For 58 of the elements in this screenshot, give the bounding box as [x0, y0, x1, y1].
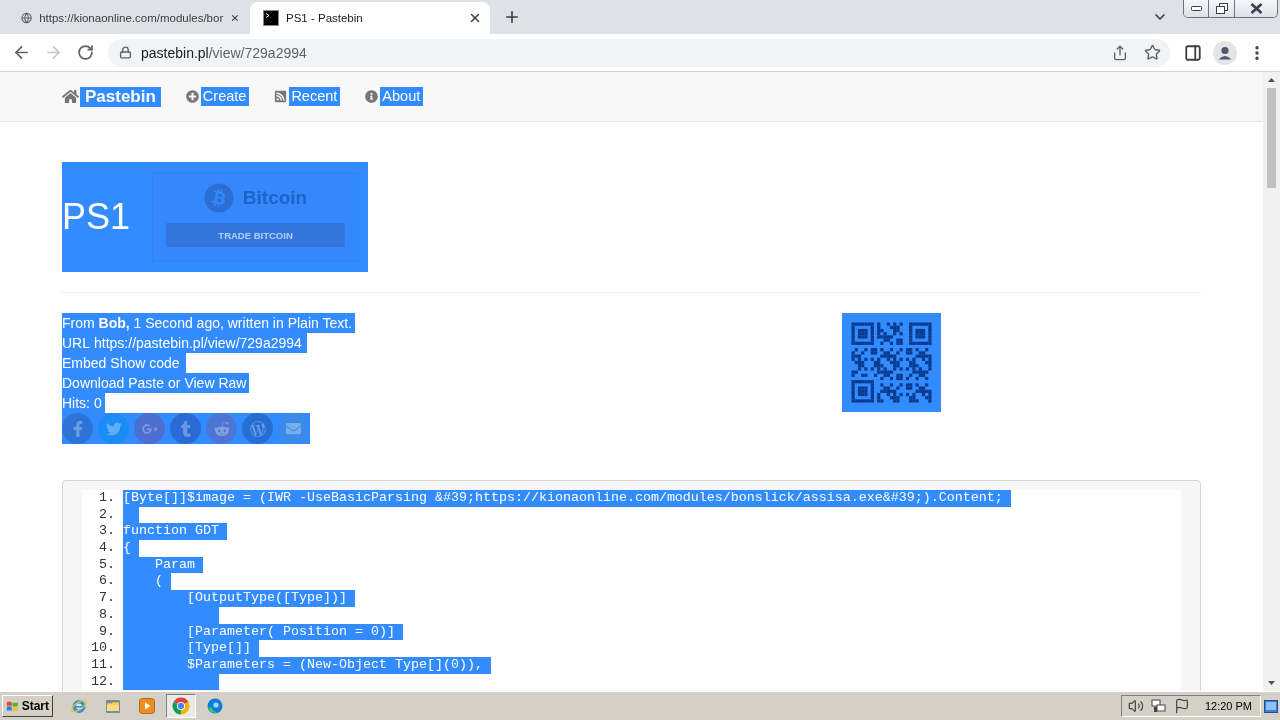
rss-icon	[274, 90, 288, 103]
home-icon	[62, 88, 79, 105]
paste-url: https://pastebin.pl/view/729a2994	[94, 333, 307, 353]
line-number: 11.	[91, 656, 115, 674]
bitcoin-icon	[203, 183, 234, 213]
start-button[interactable]: Start	[2, 695, 53, 717]
line-number: 1.	[99, 490, 115, 507]
hits-count: Hits: 0	[62, 393, 105, 413]
url-label: URL	[62, 333, 94, 353]
internet-explorer-icon[interactable]	[70, 697, 88, 715]
profile-icon[interactable]	[1213, 40, 1237, 65]
close-icon[interactable]	[468, 11, 482, 25]
line-number: 7.	[99, 590, 115, 607]
globe-icon	[21, 10, 33, 26]
media-player-icon[interactable]	[138, 697, 156, 715]
lock-icon[interactable]	[119, 46, 132, 59]
folder-icon[interactable]	[104, 697, 122, 715]
line-number: 2.	[99, 506, 115, 524]
star-icon[interactable]	[1144, 44, 1161, 61]
new-tab-icon[interactable]	[503, 8, 521, 26]
scrollbar-thumb[interactable]	[1267, 88, 1276, 188]
view-raw-link[interactable]: View Raw	[184, 373, 250, 393]
paste-title: PS1	[62, 199, 131, 235]
edge-icon[interactable]	[206, 697, 224, 715]
show-code-link[interactable]: Show code	[110, 353, 186, 373]
restore-button[interactable]	[1208, 0, 1234, 17]
trade-button[interactable]: TRADE BITCOIN	[166, 223, 346, 247]
clock: 12:20 PM	[1204, 700, 1252, 712]
line-number: 9.	[99, 623, 115, 641]
network-icon[interactable]	[1150, 698, 1167, 714]
reload-icon[interactable]	[76, 44, 94, 61]
minimize-button[interactable]	[1184, 0, 1208, 17]
download-link[interactable]: Download Paste	[62, 373, 168, 393]
minimize-icon	[1190, 6, 1202, 11]
terminal-icon	[263, 10, 279, 26]
close-icon	[1249, 3, 1263, 14]
line-number: 3.	[99, 523, 115, 541]
speaker-icon[interactable]	[1127, 698, 1144, 714]
browser-tab[interactable]: https://kionaonline.com/modules/bor	[8, 2, 248, 34]
flag-icon[interactable]	[1173, 698, 1190, 714]
paste-meta: From Bob, 1 Second ago, written in Plain Text.	[62, 313, 355, 333]
line-number: 4.	[99, 540, 115, 557]
chrome-icon[interactable]	[172, 697, 190, 715]
line-number: 6.	[99, 573, 115, 591]
address-field[interactable]: pastebin.pl/view/729a2994	[108, 38, 1170, 67]
share-icon[interactable]	[1112, 44, 1128, 61]
line-number: 5.	[99, 556, 115, 574]
line-number: 10.	[91, 640, 115, 657]
taskbar-button[interactable]	[166, 694, 196, 718]
line-number: 8.	[99, 606, 115, 624]
browser-tab[interactable]: PS1 - Pastebin	[250, 2, 490, 34]
embed-label: Embed	[62, 353, 111, 373]
line-number: 12.	[91, 673, 115, 691]
info-icon	[365, 90, 379, 103]
restore-icon	[1215, 3, 1228, 14]
close-window-button[interactable]	[1234, 0, 1277, 17]
show-desktop-icon[interactable]	[1264, 699, 1278, 713]
side-panel-icon[interactable]	[1184, 43, 1202, 62]
